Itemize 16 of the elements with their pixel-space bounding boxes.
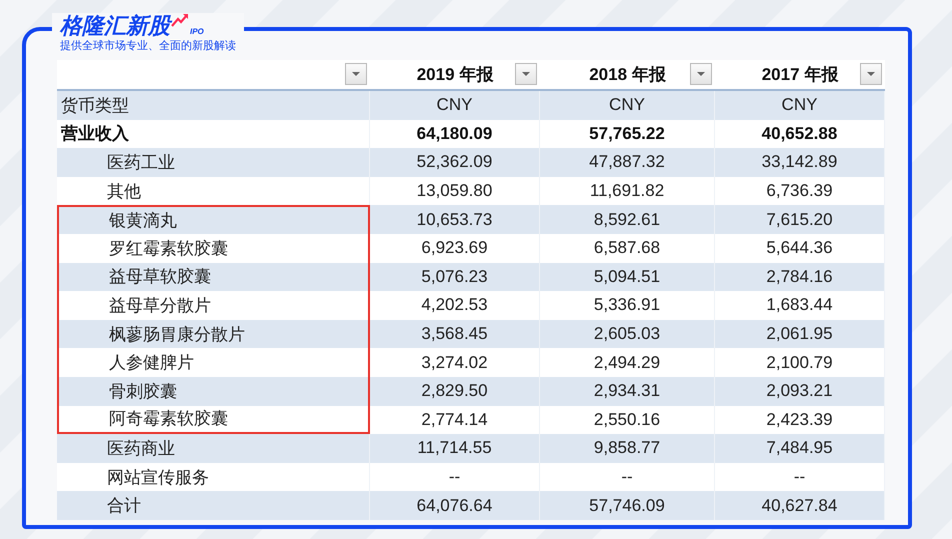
dropdown-button[interactable] <box>345 63 367 85</box>
column-header: 2018 年报 <box>589 64 666 86</box>
rising-arrow-icon <box>171 13 189 27</box>
dropdown-button[interactable] <box>690 63 712 85</box>
tagline: 提供全球市场专业、全面的新股解读 <box>60 39 236 53</box>
dropdown-button[interactable] <box>515 63 537 85</box>
logo-title: 格隆汇新股 <box>60 13 170 39</box>
table-cell: 57,746.09 <box>540 491 715 520</box>
logo-suffix: IPO <box>190 27 204 37</box>
row-label: 其他 <box>57 176 370 206</box>
table-cell: 40,627.84 <box>715 491 885 520</box>
row-label: 合计 <box>57 491 370 520</box>
column-header: 2019 年报 <box>416 64 494 86</box>
dropdown-button[interactable] <box>860 63 882 85</box>
table-cell: 64,076.64 <box>370 491 540 520</box>
column-header: 2017 年报 <box>762 64 838 86</box>
